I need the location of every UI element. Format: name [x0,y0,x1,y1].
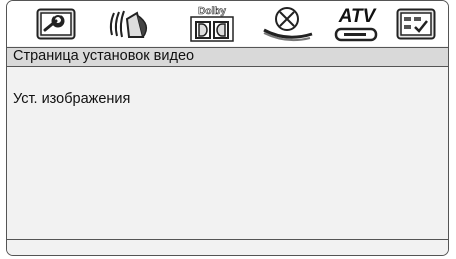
wrench-panel-icon [36,8,76,40]
menu-item-picture-settings[interactable]: Уст. изображения [13,91,130,107]
tab-general[interactable] [33,5,79,43]
speaker-icon [107,7,155,41]
menu-content: Уст. изображения [7,67,448,239]
tab-bar: Dolby ATV [7,1,448,46]
tab-audio[interactable] [105,5,157,43]
dolby-icon: Dolby [188,5,236,43]
preferences-panel-icon [396,8,436,40]
setup-window: Dolby ATV Страница установок видео Уст. … [6,0,449,256]
help-bar [7,239,448,255]
page-title: Страница установок видео [7,47,448,67]
tab-preference[interactable] [393,5,439,43]
tab-video[interactable] [259,5,317,43]
dolby-label: Dolby [198,6,226,17]
video-icon [260,6,316,42]
atv-label: ATV [338,6,377,27]
tab-atv[interactable]: ATV [329,5,385,43]
tab-dolby[interactable]: Dolby [187,5,237,43]
tv-icon: ATV [330,5,384,43]
